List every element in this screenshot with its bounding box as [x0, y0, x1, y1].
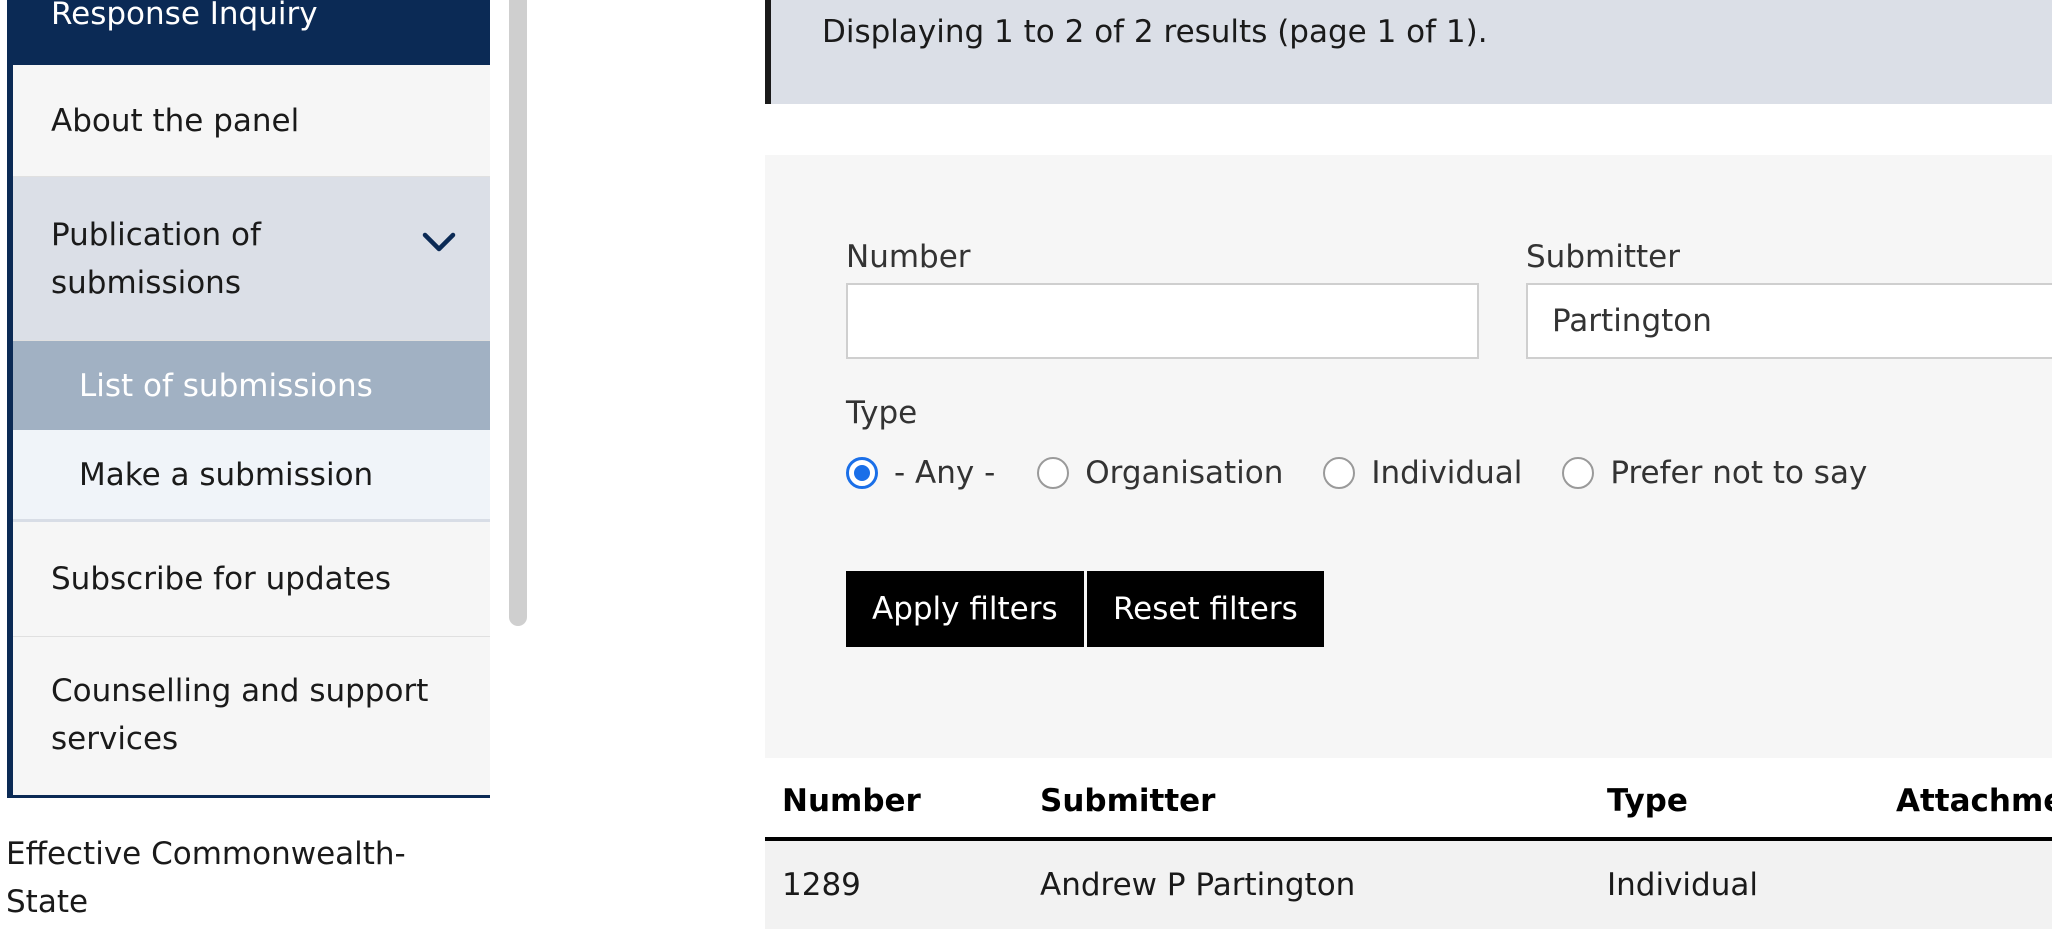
radio-individual[interactable] [1323, 457, 1356, 489]
results-summary: Displaying 1 to 2 of 2 results (page 1 o… [765, 0, 2052, 104]
radio-option-individual[interactable]: Individual [1323, 453, 1522, 493]
column-header-number[interactable]: Number [782, 774, 921, 828]
column-header-submitter[interactable]: Submitter [1040, 774, 1215, 828]
reset-filters-button[interactable]: Reset filters [1087, 571, 1324, 647]
sidebar-item-label: Response Inquiry [51, 0, 318, 32]
column-header-type[interactable]: Type [1607, 774, 1688, 828]
cell-type: Individual [1607, 867, 1758, 903]
radio-label: Individual [1371, 455, 1523, 491]
radio-organisation[interactable] [1037, 457, 1070, 489]
sidebar-scrollbar[interactable] [509, 0, 527, 626]
sidebar-item-label: About the panel [51, 102, 300, 139]
sidebar-item-make-a-submission[interactable]: Make a submission [13, 430, 490, 522]
radio-label: Organisation [1085, 455, 1284, 491]
radio-label: - Any - [894, 455, 996, 491]
type-radio-group: - Any - Organisation Individual Prefer n… [846, 453, 1867, 493]
column-header-attachments[interactable]: Attachme [1896, 774, 2052, 828]
type-label: Type [846, 395, 918, 431]
sidebar-item-response-inquiry[interactable]: Response Inquiry [13, 0, 490, 65]
sidebar-item-label: Counselling and support services [51, 673, 429, 757]
sidebar-item-publication-of-submissions[interactable]: Publication of submissions [13, 177, 490, 341]
radio-label: Prefer not to say [1610, 455, 1868, 491]
apply-filters-button[interactable]: Apply filters [846, 571, 1084, 647]
radio-option-any[interactable]: - Any - [846, 453, 995, 493]
results-summary-text: Displaying 1 to 2 of 2 results (page 1 o… [822, 14, 1488, 50]
sidebar-item-subscribe-for-updates[interactable]: Subscribe for updates [13, 522, 490, 637]
number-label: Number [846, 239, 971, 275]
radio-option-organisation[interactable]: Organisation [1037, 453, 1283, 493]
cell-number: 1289 [782, 867, 861, 903]
chevron-down-icon[interactable] [422, 231, 456, 255]
sidebar-item-list-of-submissions[interactable]: List of submissions [13, 341, 490, 430]
table-header-row: Number Submitter Type Attachme [765, 774, 2052, 841]
cell-submitter: Andrew P Partington [1040, 867, 1356, 903]
sidebar-nav: Response Inquiry About the panel Publica… [7, 0, 490, 798]
sidebar-item-about-the-panel[interactable]: About the panel [13, 65, 490, 177]
radio-any-selected[interactable] [846, 457, 878, 489]
submitter-input[interactable] [1526, 283, 2052, 359]
submitter-label: Submitter [1526, 239, 1680, 275]
number-input[interactable] [846, 283, 1479, 359]
radio-option-prefer-not-to-say[interactable]: Prefer not to say [1562, 453, 1867, 493]
table-row: 1289 Andrew P Partington Individual [765, 841, 2052, 929]
sidebar-item-label: Make a submission [79, 456, 374, 493]
sidebar-item-label: Publication of submissions [51, 217, 261, 301]
filter-panel: Number Submitter Type - Any - Organisati… [765, 155, 2052, 758]
sidebar-item-counselling-and-support[interactable]: Counselling and support services [13, 637, 490, 798]
footer-text: Effective Commonwealth-State [6, 836, 406, 920]
radio-prefer-not-to-say[interactable] [1562, 457, 1595, 489]
sidebar-item-label: List of submissions [79, 367, 373, 404]
sidebar-item-label: Subscribe for updates [51, 561, 392, 597]
page: Response Inquiry About the panel Publica… [0, 0, 2052, 929]
